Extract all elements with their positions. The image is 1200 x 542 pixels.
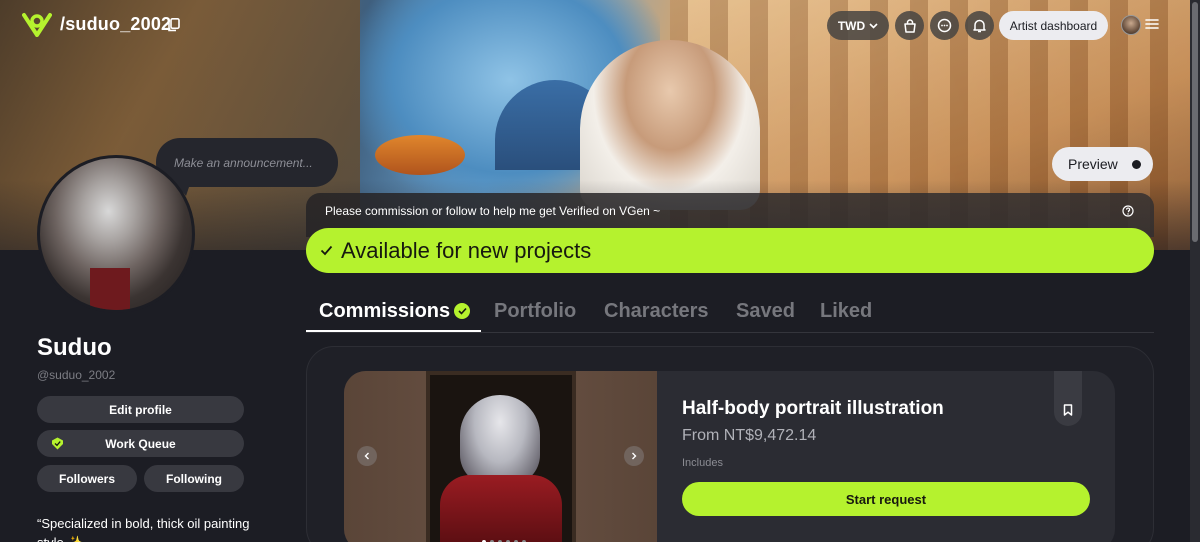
- tab-characters[interactable]: Characters: [604, 300, 709, 323]
- tab-commissions-label: Commissions: [319, 300, 451, 322]
- shopping-bag-icon: [903, 18, 916, 33]
- hamburger-menu-icon[interactable]: [1145, 17, 1159, 31]
- work-queue-button[interactable]: Work Queue: [37, 430, 244, 457]
- commission-includes: Includes: [682, 457, 723, 469]
- profile-avatar[interactable]: [37, 155, 195, 313]
- messages-button[interactable]: [930, 11, 959, 40]
- scrollbar-thumb[interactable]: [1192, 2, 1198, 242]
- availability-status: Available for new projects: [306, 228, 1154, 273]
- commission-sample-image: [426, 371, 576, 542]
- tab-commissions[interactable]: Commissions: [319, 300, 471, 323]
- verified-check-icon: [454, 303, 471, 319]
- currency-selector[interactable]: TWD: [827, 11, 889, 40]
- following-button[interactable]: Following: [144, 465, 244, 492]
- copy-icon[interactable]: [168, 18, 180, 32]
- chevron-down-icon: [869, 22, 878, 29]
- vgen-logo-icon[interactable]: [22, 11, 52, 37]
- tab-liked[interactable]: Liked: [820, 300, 872, 323]
- chevron-left-icon: [364, 452, 369, 460]
- profile-handle: /suduo_2002: [60, 14, 172, 34]
- commission-gallery[interactable]: [344, 371, 657, 542]
- bookmark-button[interactable]: [1054, 371, 1082, 426]
- commission-card[interactable]: Half-body portrait illustration From NT$…: [344, 371, 1115, 542]
- gallery-prev-button[interactable]: [357, 446, 377, 466]
- currency-label: TWD: [837, 18, 866, 33]
- active-tab-indicator: [306, 330, 481, 332]
- profile-tabs: Commissions Portfolio Characters Saved L…: [306, 296, 1154, 333]
- profile-page: /suduo_2002 TWD Artist dashboard Make an…: [0, 0, 1200, 542]
- commission-price: From NT$9,472.14: [682, 427, 817, 444]
- bookmark-icon: [1063, 404, 1073, 416]
- cart-button[interactable]: [895, 11, 924, 40]
- start-request-button[interactable]: Start request: [682, 482, 1090, 516]
- scrollbar[interactable]: [1190, 0, 1200, 542]
- check-icon: [320, 245, 333, 256]
- help-icon[interactable]: [1122, 205, 1134, 217]
- commission-title[interactable]: Half-body portrait illustration: [682, 398, 944, 420]
- profile-bio: “Specialized in bold, thick oil painting…: [37, 516, 250, 542]
- profile-username: @suduo_2002: [37, 368, 116, 382]
- chat-bubble-icon: [937, 18, 952, 33]
- user-avatar[interactable]: [1121, 15, 1141, 35]
- profile-name: Suduo: [37, 334, 112, 361]
- tab-portfolio[interactable]: Portfolio: [494, 300, 576, 323]
- notice-text: Please commission or follow to help me g…: [325, 204, 661, 218]
- availability-text: Available for new projects: [341, 237, 592, 263]
- preview-dot-icon: [1131, 159, 1141, 169]
- bell-icon: [973, 19, 986, 32]
- preview-button[interactable]: Preview: [1052, 147, 1153, 181]
- chevron-right-icon: [632, 452, 637, 460]
- shield-check-icon: [52, 437, 63, 450]
- announcement-input[interactable]: Make an announcement...: [156, 138, 338, 187]
- artist-dashboard-button[interactable]: Artist dashboard: [999, 11, 1108, 40]
- gallery-next-button[interactable]: [624, 446, 644, 466]
- followers-button[interactable]: Followers: [37, 465, 137, 492]
- preview-label: Preview: [1068, 156, 1118, 172]
- tab-saved[interactable]: Saved: [736, 300, 795, 323]
- notifications-button[interactable]: [965, 11, 994, 40]
- edit-profile-button[interactable]: Edit profile: [37, 396, 244, 423]
- work-queue-label: Work Queue: [105, 436, 176, 451]
